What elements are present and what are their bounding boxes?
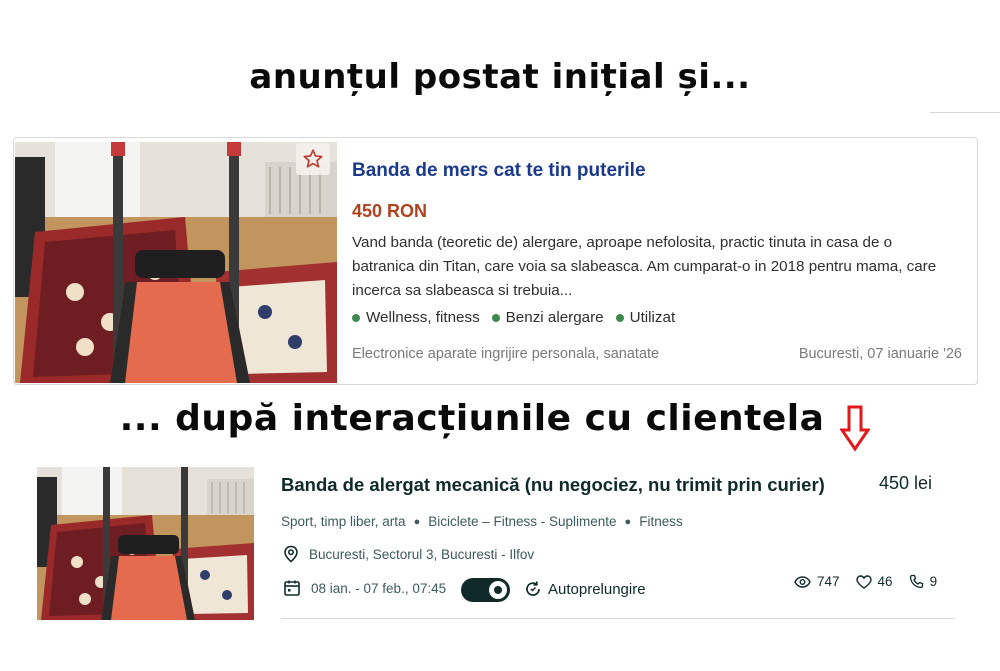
heading-after: ... după interacțiunile cu clientela [119,398,825,439]
listing-description: Vand banda (teoretic de) alergare, aproa… [352,234,937,299]
listing-category: Electronice aparate ingrijire personala,… [352,346,660,362]
listing-title[interactable]: Banda de alergat mecanică (nu negociez, … [281,474,825,496]
auto-renew-toggle[interactable] [461,578,510,602]
tag-dot [615,313,624,322]
star-icon [303,149,323,168]
row-divider [281,618,955,619]
listing-price: 450 RON [352,201,428,221]
likes-stat: 46 [855,574,893,589]
category-item[interactable]: Biciclete – Fitness - Suplimente [428,514,616,529]
tag-dot [352,313,360,322]
tag: Benzi alergare [491,309,604,326]
dates-text: 08 ian. - 07 feb., 07:45 [311,580,447,596]
listing-photo[interactable] [37,467,254,620]
original-listing-card[interactable]: Banda de mers cat te tin puterile 450 RO… [13,137,978,385]
category-breadcrumb: Sport, timp liber, arta ● Biciclete – Fi… [281,514,683,529]
listing-price: 450 lei [879,473,933,493]
listing-location: Bucuresti, Sectorul 3, Bucuresti - Ilfov [283,545,534,563]
down-arrow-icon [840,405,870,452]
calendar-icon [284,580,300,596]
location-text: Bucuresti, Sectorul 3, Bucuresti - Ilfov [309,546,535,562]
divider [930,112,1000,113]
refresh-icon [526,581,540,596]
phone-icon [909,574,923,589]
tag: Wellness, fitness [352,309,480,326]
tag: Utilizat [615,309,675,326]
listing-location-date: Bucuresti, 07 ianuarie '26 [798,346,962,362]
eye-icon [794,575,811,588]
heart-icon [855,574,872,589]
listing-photo[interactable] [15,142,337,383]
location-pin-icon [284,545,298,563]
views-stat: 747 [794,574,840,589]
calls-stat: 9 [909,574,937,589]
listing-dates: 08 ian. - 07 feb., 07:45 [283,579,446,597]
bullet-separator: ● [624,515,632,528]
auto-renew-button[interactable]: Autoprelungire [524,580,646,598]
tag-dot [491,313,500,322]
category-item[interactable]: Fitness [639,514,683,529]
listing-title[interactable]: Banda de mers cat te tin puterile [352,160,646,182]
category-item[interactable]: Sport, timp liber, arta [281,514,406,529]
tag-list: Wellness, fitness Benzi alergare Utiliza… [352,309,675,326]
bullet-separator: ● [413,515,421,528]
toggle-knob [489,581,507,599]
auto-renew-label: Autoprelungire [548,580,646,598]
listing-stats: 747 46 9 [794,574,937,589]
heading-before: anunțul postat inițial și... [249,57,751,97]
favorite-button[interactable] [296,143,330,175]
